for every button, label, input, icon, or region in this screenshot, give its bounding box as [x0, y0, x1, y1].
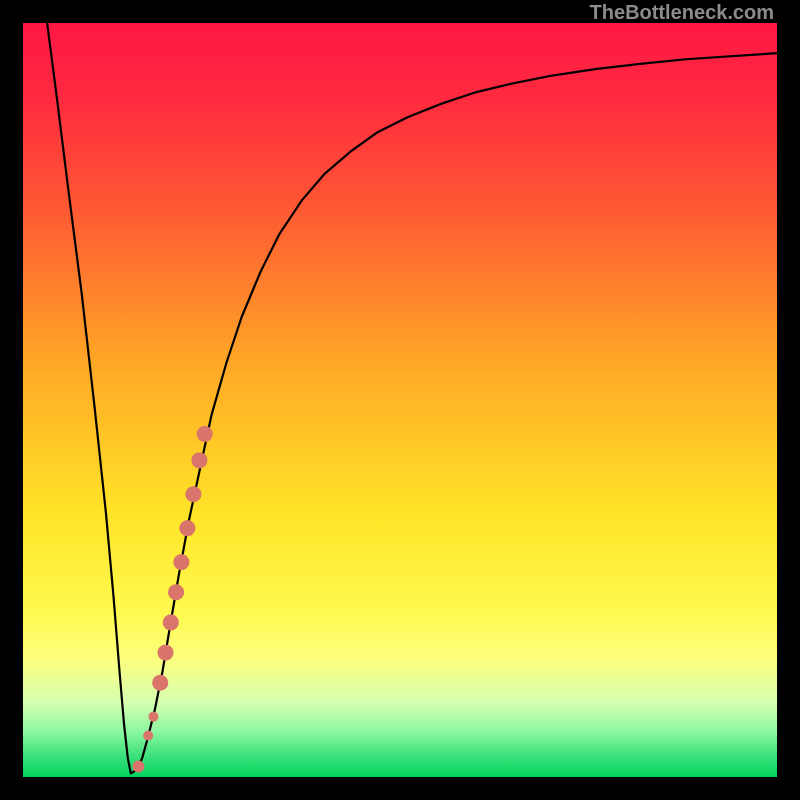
marker-dot [148, 712, 158, 722]
marker-dot [132, 760, 144, 772]
marker-dot [185, 486, 201, 502]
marker-dot [197, 426, 213, 442]
plot-area [23, 23, 777, 777]
outer-frame: TheBottleneck.com [0, 0, 800, 800]
attribution-text: TheBottleneck.com [590, 2, 774, 25]
marker-dot [173, 554, 189, 570]
marker-dot [168, 584, 184, 600]
marker-dot [152, 675, 168, 691]
marker-dot [191, 452, 207, 468]
marker-dot [179, 520, 195, 536]
marker-dot [158, 645, 174, 661]
marker-dot [163, 614, 179, 630]
gradient-background [23, 23, 777, 777]
marker-dot [143, 731, 153, 741]
chart-svg [23, 23, 777, 777]
